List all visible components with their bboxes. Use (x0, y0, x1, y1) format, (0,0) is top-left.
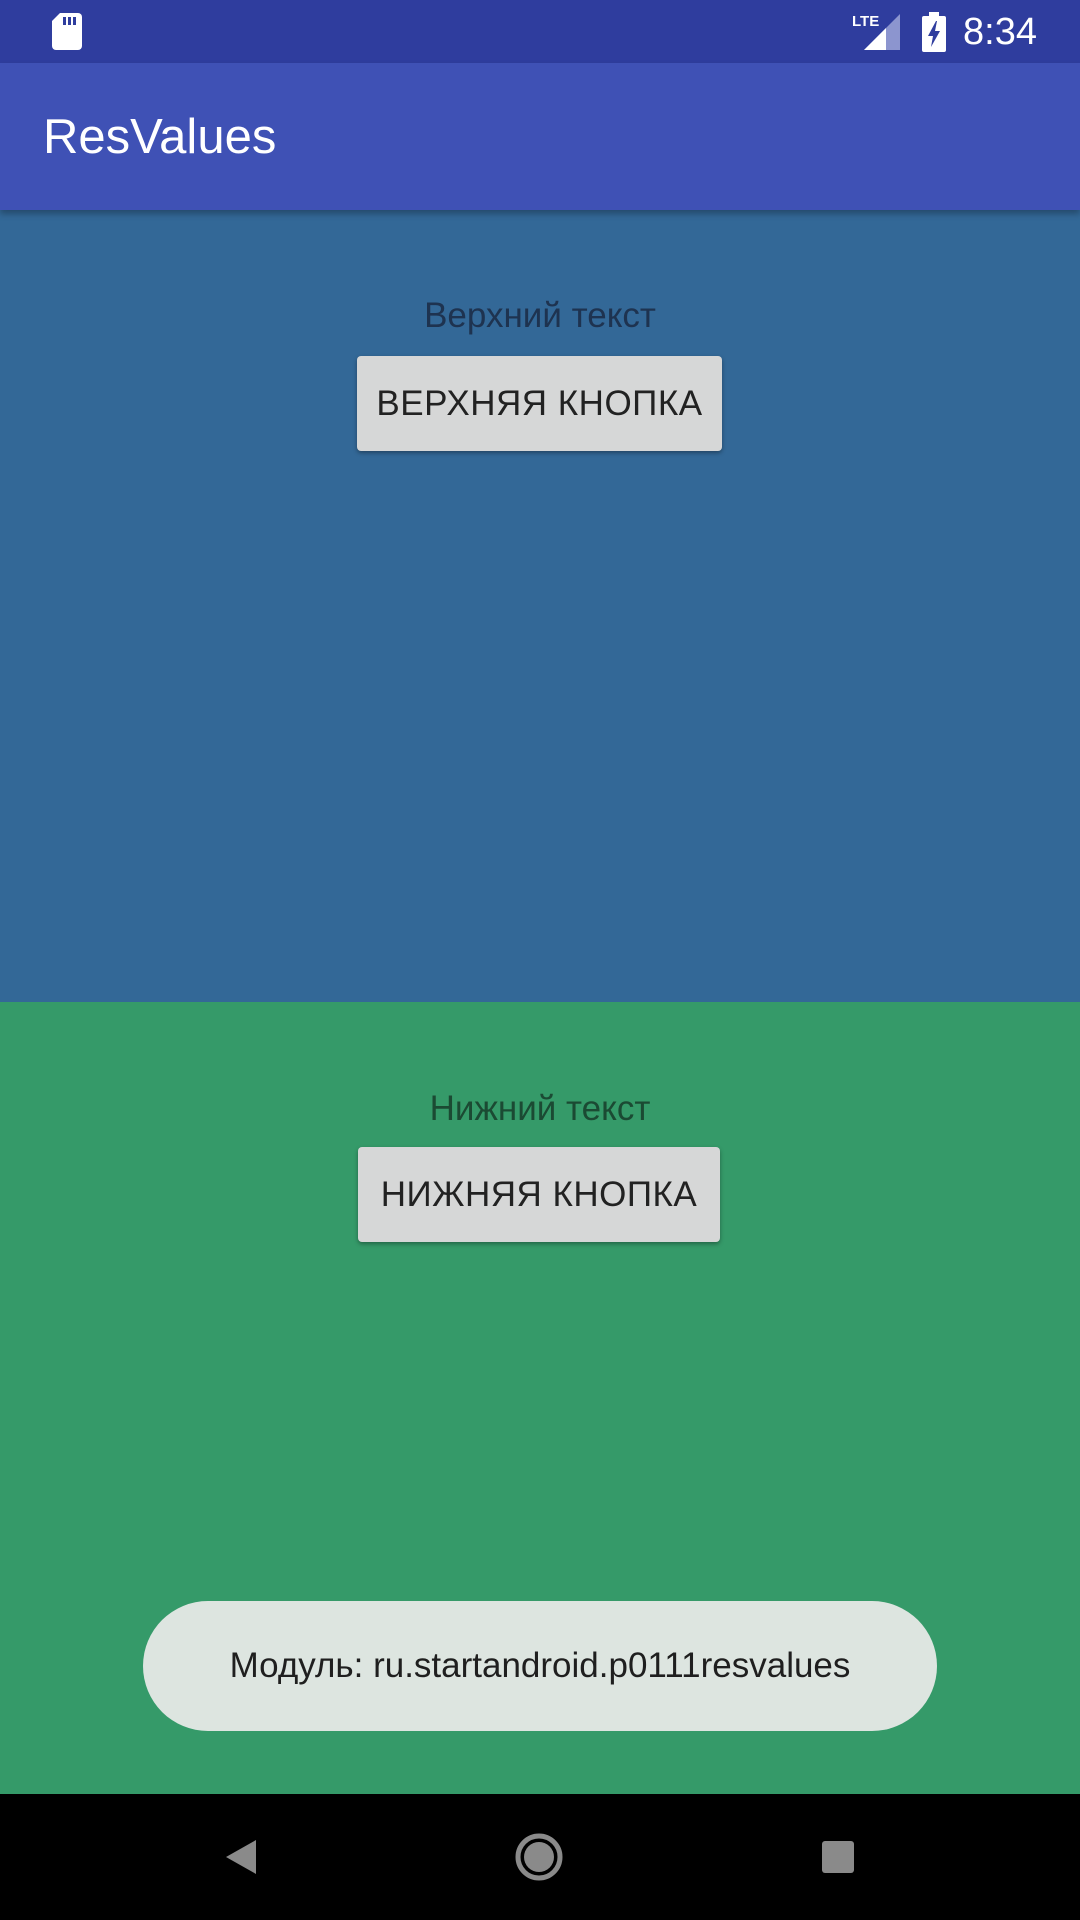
toast-message: Модуль: ru.startandroid.p0111resvalues (143, 1601, 937, 1731)
lte-label: LTE (852, 13, 879, 30)
status-bar: LTE 8:34 (0, 0, 1080, 63)
navigation-bar (0, 1794, 1080, 1920)
top-panel: Верхний текст ВЕРХНЯЯ КНОПКА (0, 210, 1080, 1002)
back-icon[interactable] (212, 1827, 272, 1887)
recents-icon[interactable] (808, 1827, 868, 1887)
bottom-text: Нижний текст (429, 1089, 651, 1128)
app-bar: ResValues (0, 63, 1080, 210)
bottom-button[interactable]: НИЖНЯЯ КНОПКА (358, 1147, 720, 1242)
battery-charging-icon (922, 12, 946, 52)
top-button[interactable]: ВЕРХНЯЯ КНОПКА (357, 356, 722, 451)
status-clock: 8:34 (963, 11, 1037, 53)
sd-card-icon (52, 13, 82, 50)
home-icon[interactable] (509, 1827, 569, 1887)
app-title: ResValues (43, 110, 277, 164)
lte-signal-icon: LTE (852, 13, 900, 50)
screen: LTE 8:34 ResValues Верхний текст ВЕРХНЯЯ… (0, 0, 1080, 1920)
top-text: Верхний текст (424, 296, 656, 335)
